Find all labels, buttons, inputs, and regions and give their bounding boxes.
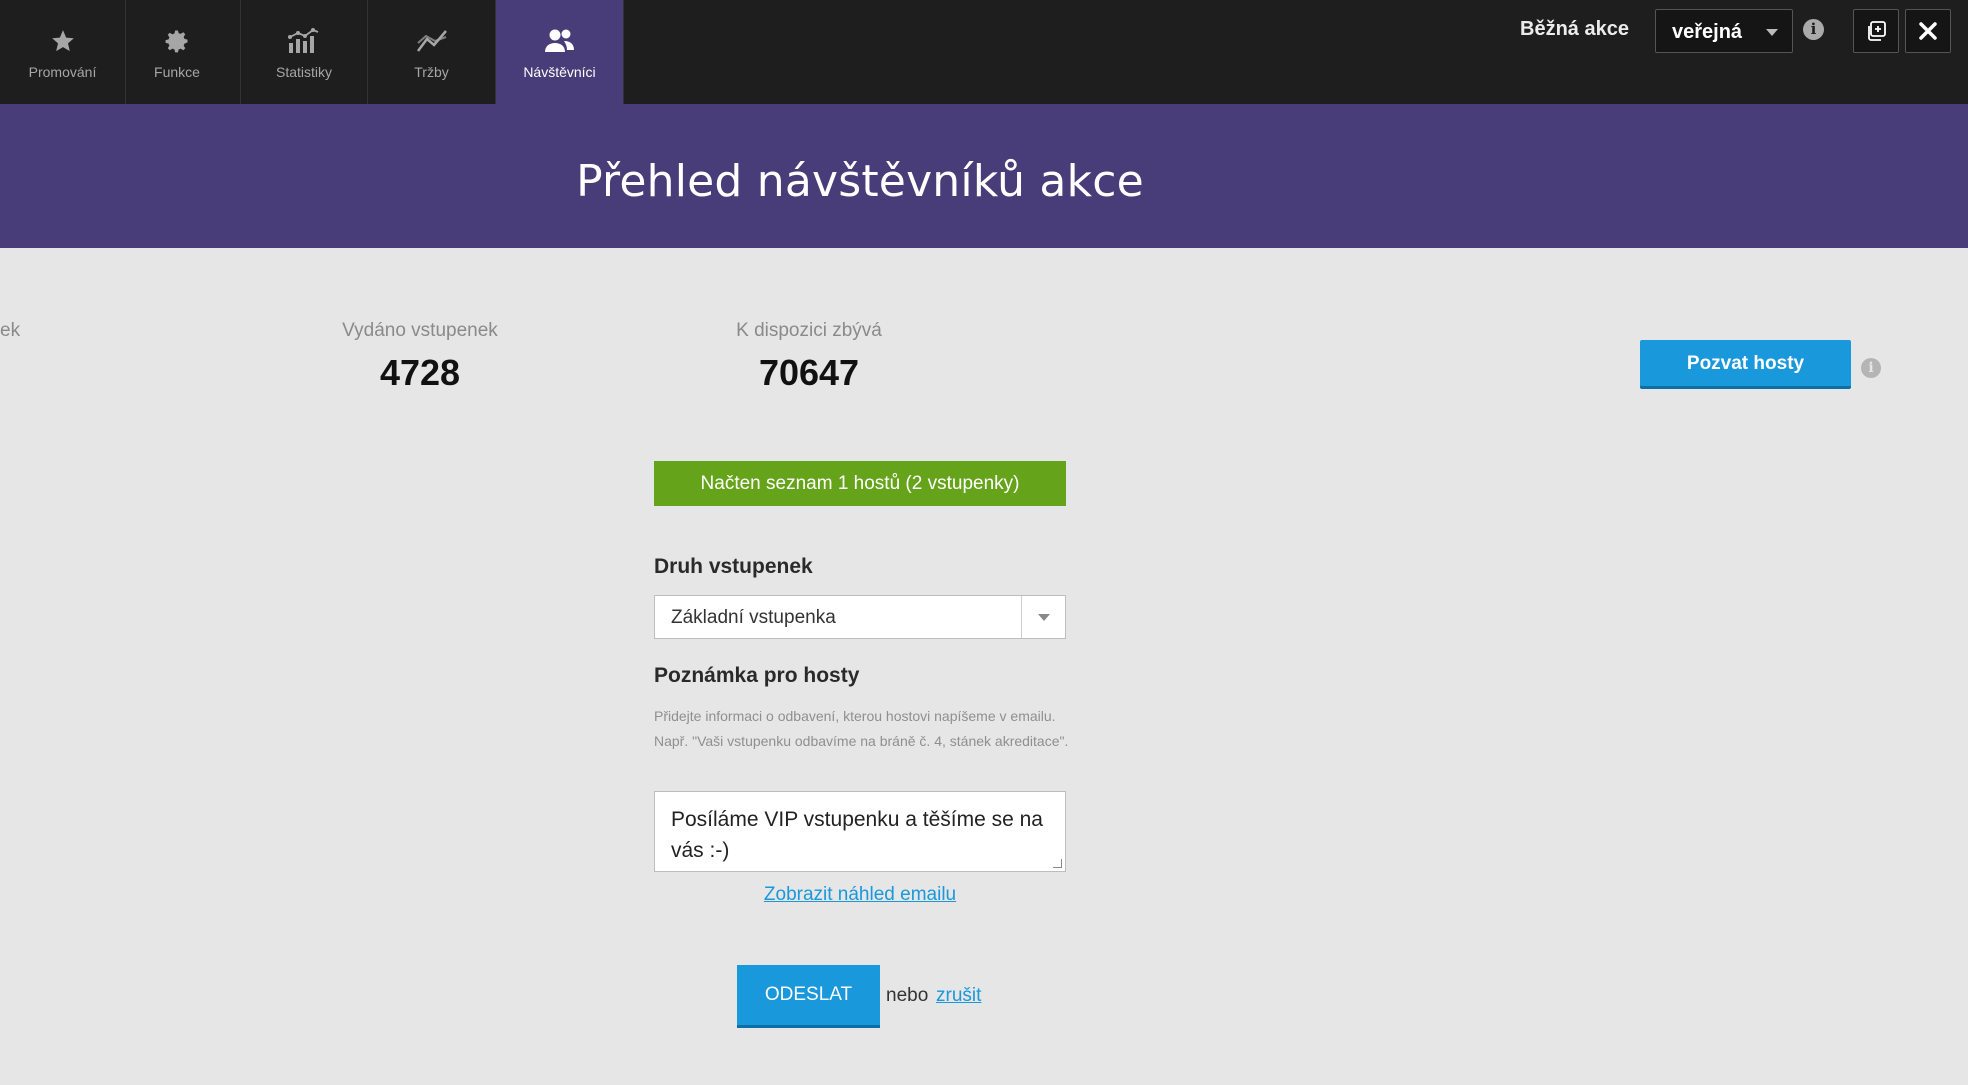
dropdown-toggle[interactable] xyxy=(1021,596,1065,638)
tab-label: Návštěvníci xyxy=(523,64,596,80)
submit-button[interactable]: ODESLAT xyxy=(737,965,880,1028)
guest-note-hint: Přidejte informaci o odbavení, kterou ho… xyxy=(654,708,1069,749)
top-navigation-bar: Promování Funkce Statistiky Tržby Návště… xyxy=(0,0,1968,104)
page-header: Přehled návštěvníků akce xyxy=(0,104,1968,248)
line-chart-icon xyxy=(415,24,449,58)
tab-funkce[interactable]: Funkce xyxy=(114,0,241,104)
ticket-type-label: Druh vstupenek xyxy=(654,555,813,578)
invite-guests-button[interactable]: Pozvat hosty xyxy=(1640,340,1851,389)
issued-tickets-label: Vydáno vstupenek xyxy=(342,320,498,341)
chevron-down-icon xyxy=(1038,614,1050,621)
ticket-type-value: Základní vstupenka xyxy=(671,607,836,628)
tab-navstevnici[interactable]: Návštěvníci xyxy=(496,0,624,104)
visibility-value: veřejná xyxy=(1672,21,1743,43)
tab-label: Tržby xyxy=(414,64,449,80)
tab-statistiky[interactable]: Statistiky xyxy=(241,0,368,104)
guest-note-label: Poznámka pro hosty xyxy=(654,664,860,687)
ticket-type-select[interactable]: Základní vstupenka xyxy=(654,595,1066,639)
users-icon xyxy=(543,24,577,58)
guest-note-textarea[interactable]: Posíláme VIP vstupenku a těšíme se na vá… xyxy=(654,791,1066,872)
event-type-label: Běžná akce xyxy=(1520,18,1629,40)
remaining-tickets-value: 70647 xyxy=(758,352,860,393)
resize-handle-icon[interactable] xyxy=(1053,859,1062,868)
or-text: nebo xyxy=(886,985,929,1006)
cancel-link[interactable]: zrušit xyxy=(936,985,981,1007)
visibility-dropdown[interactable]: veřejná xyxy=(1655,9,1793,53)
tab-promovani[interactable]: Promování xyxy=(0,0,126,104)
success-banner: Načten seznam 1 hostů (2 vstupenky) xyxy=(654,461,1066,506)
duplicate-button[interactable] xyxy=(1853,9,1899,53)
duplicate-icon xyxy=(1868,21,1886,41)
tab-label: Funkce xyxy=(154,64,200,80)
chevron-down-icon xyxy=(1766,29,1778,36)
tab-trzby[interactable]: Tržby xyxy=(368,0,496,104)
gear-icon xyxy=(160,24,194,58)
close-button[interactable] xyxy=(1905,9,1951,53)
guest-note-value: Posíláme VIP vstupenku a těšíme se na vá… xyxy=(671,808,1043,862)
email-preview-link[interactable]: Zobrazit náhled emailu xyxy=(654,884,1066,906)
close-icon xyxy=(1919,22,1937,40)
star-icon xyxy=(46,24,80,58)
tab-label: Promování xyxy=(28,64,97,80)
info-icon[interactable]: i xyxy=(1803,19,1824,40)
page-title: Přehled návštěvníků akce xyxy=(576,156,1144,207)
tab-label: Statistiky xyxy=(275,64,332,80)
info-icon[interactable]: i xyxy=(1861,358,1881,378)
remaining-tickets-label: K dispozici zbývá xyxy=(736,320,882,341)
stat-label-partial: ek xyxy=(0,320,21,341)
bar-chart-icon xyxy=(287,24,321,58)
issued-tickets-value: 4728 xyxy=(379,352,461,393)
